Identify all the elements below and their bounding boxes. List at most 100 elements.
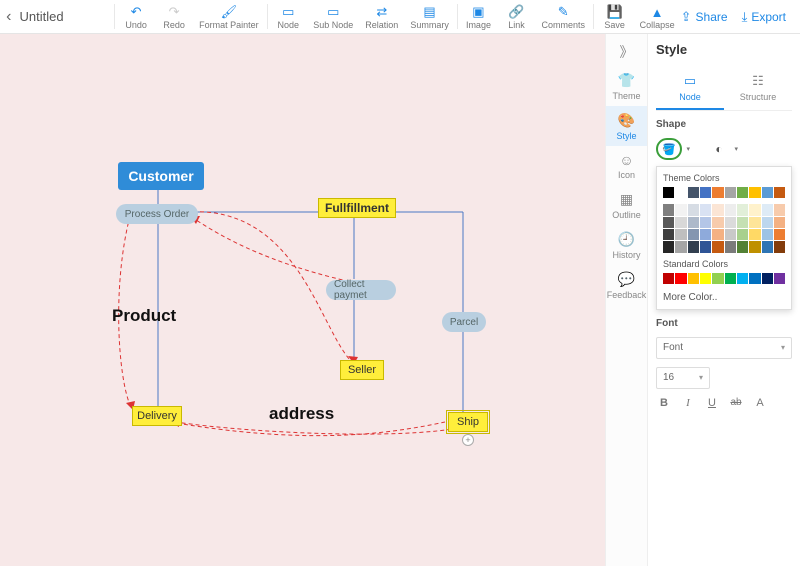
color-swatch[interactable] <box>700 217 711 228</box>
color-swatch[interactable] <box>749 273 760 284</box>
italic-button[interactable]: I <box>680 397 696 409</box>
color-swatch[interactable] <box>663 217 674 228</box>
color-swatch[interactable] <box>749 187 760 198</box>
tab-structure[interactable]: ☷Structure <box>724 69 792 110</box>
font-family-select[interactable]: Font▾ <box>656 337 792 359</box>
color-swatch[interactable] <box>737 187 748 198</box>
color-swatch[interactable] <box>712 241 723 252</box>
color-swatch[interactable] <box>712 273 723 284</box>
side-theme[interactable]: 👕Theme <box>606 66 647 106</box>
node-ship[interactable]: Ship <box>448 412 488 432</box>
color-swatch[interactable] <box>737 204 748 215</box>
export-button[interactable]: ⤓Export <box>742 9 786 25</box>
node-collect-paymet[interactable]: Collect paymet <box>326 280 396 300</box>
color-swatch[interactable] <box>712 187 723 198</box>
color-swatch[interactable] <box>725 187 736 198</box>
node-button[interactable]: ▭Node <box>269 0 307 33</box>
color-swatch[interactable] <box>737 241 748 252</box>
color-swatch[interactable] <box>774 273 785 284</box>
color-swatch[interactable] <box>737 229 748 240</box>
save-button[interactable]: 💾Save <box>596 0 634 33</box>
color-swatch[interactable] <box>688 273 699 284</box>
color-swatch[interactable] <box>762 273 773 284</box>
add-child-handle[interactable]: + <box>462 434 474 446</box>
color-swatch[interactable] <box>688 229 699 240</box>
side-feedback[interactable]: 💬Feedback <box>606 265 647 305</box>
sub-node-button[interactable]: ▭Sub Node <box>307 0 359 33</box>
color-swatch[interactable] <box>688 204 699 215</box>
back-button[interactable]: ‹ <box>0 0 17 33</box>
color-swatch[interactable] <box>774 229 785 240</box>
color-swatch[interactable] <box>700 241 711 252</box>
color-swatch[interactable] <box>749 204 760 215</box>
color-swatch[interactable] <box>749 229 760 240</box>
color-swatch[interactable] <box>725 273 736 284</box>
color-swatch[interactable] <box>688 241 699 252</box>
color-swatch[interactable] <box>663 241 674 252</box>
color-swatch[interactable] <box>675 204 686 215</box>
summary-button[interactable]: ▤Summary <box>404 0 455 33</box>
collapse-button[interactable]: ▲Collapse <box>634 0 681 33</box>
document-title[interactable]: Untitled <box>17 0 112 33</box>
image-button[interactable]: ▣Image <box>459 0 497 33</box>
side-icon[interactable]: ☺Icon <box>606 146 647 185</box>
color-swatch[interactable] <box>663 273 674 284</box>
node-parcel[interactable]: Parcel <box>442 312 486 332</box>
underline-button[interactable]: U <box>704 397 720 409</box>
floating-text-address[interactable]: address <box>269 404 334 424</box>
format-painter-button[interactable]: 🖌Format Painter <box>193 0 265 33</box>
floating-text-product[interactable]: Product <box>112 306 176 326</box>
side-outline[interactable]: ▦Outline <box>606 185 647 225</box>
tab-node[interactable]: ▭Node <box>656 69 724 110</box>
color-swatch[interactable] <box>663 187 674 198</box>
color-swatch[interactable] <box>675 187 686 198</box>
color-swatch[interactable] <box>712 217 723 228</box>
color-swatch[interactable] <box>712 229 723 240</box>
color-swatch[interactable] <box>725 217 736 228</box>
color-swatch[interactable] <box>663 229 674 240</box>
canvas[interactable]: Customer Process Order Fullfillment Coll… <box>0 34 606 566</box>
color-swatch[interactable] <box>762 229 773 240</box>
color-swatch[interactable] <box>700 204 711 215</box>
font-size-select[interactable]: 16▾ <box>656 367 710 389</box>
node-seller[interactable]: Seller <box>340 360 384 380</box>
color-swatch[interactable] <box>762 204 773 215</box>
color-swatch[interactable] <box>762 241 773 252</box>
relation-button[interactable]: ⇄Relation <box>359 0 404 33</box>
panel-collapse-button[interactable]: 》 <box>606 38 647 66</box>
color-swatch[interactable] <box>688 187 699 198</box>
color-swatch[interactable] <box>774 187 785 198</box>
color-swatch[interactable] <box>700 187 711 198</box>
node-customer[interactable]: Customer <box>118 162 204 190</box>
color-swatch[interactable] <box>749 217 760 228</box>
color-swatch[interactable] <box>774 217 785 228</box>
node-fullfillment[interactable]: Fullfillment <box>318 198 396 218</box>
redo-button[interactable]: ↷Redo <box>155 0 193 33</box>
line-color-button[interactable]: ◐ <box>710 140 728 158</box>
bold-button[interactable]: B <box>656 397 672 409</box>
color-swatch[interactable] <box>663 204 674 215</box>
fill-color-button[interactable]: 🪣 <box>656 138 682 160</box>
node-delivery[interactable]: Delivery <box>132 406 182 426</box>
color-swatch[interactable] <box>700 273 711 284</box>
color-swatch[interactable] <box>725 204 736 215</box>
color-swatch[interactable] <box>725 229 736 240</box>
comments-button[interactable]: ✎Comments <box>535 0 591 33</box>
link-button[interactable]: 🔗Link <box>497 0 535 33</box>
color-swatch[interactable] <box>762 187 773 198</box>
color-swatch[interactable] <box>749 241 760 252</box>
color-swatch[interactable] <box>675 217 686 228</box>
color-swatch[interactable] <box>762 217 773 228</box>
color-swatch[interactable] <box>700 229 711 240</box>
color-swatch[interactable] <box>675 241 686 252</box>
undo-button[interactable]: ↶Undo <box>117 0 155 33</box>
color-swatch[interactable] <box>725 241 736 252</box>
share-button[interactable]: ⇪Share <box>681 9 728 25</box>
color-swatch[interactable] <box>737 273 748 284</box>
color-swatch[interactable] <box>737 217 748 228</box>
color-swatch[interactable] <box>675 229 686 240</box>
font-color-button[interactable]: A <box>752 397 768 409</box>
color-swatch[interactable] <box>675 273 686 284</box>
color-swatch[interactable] <box>774 241 785 252</box>
side-style[interactable]: 🎨Style <box>606 106 647 146</box>
